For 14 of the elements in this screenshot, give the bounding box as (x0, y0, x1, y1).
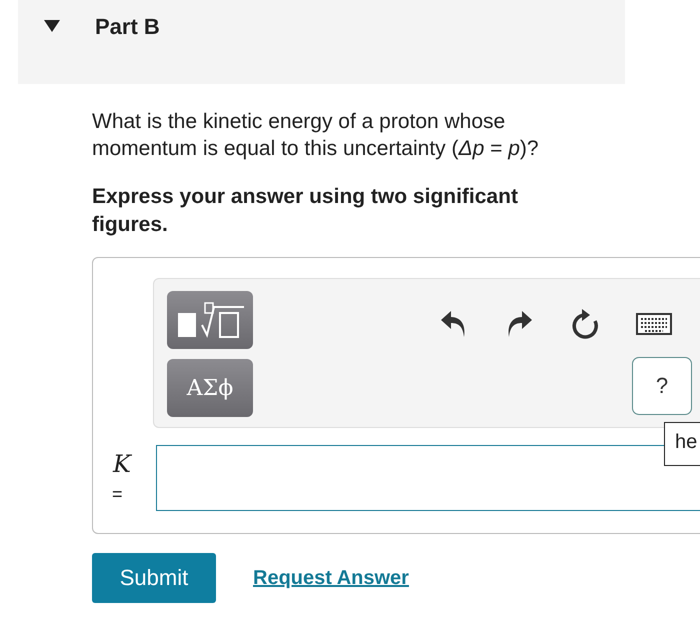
reset-icon[interactable] (570, 309, 600, 341)
keyboard-icon[interactable] (636, 313, 672, 335)
part-title: Part B (95, 14, 160, 40)
variable-label: K (113, 450, 131, 478)
symbols-button[interactable]: ΑΣϕ (167, 359, 253, 417)
request-answer-link[interactable]: Request Answer (253, 566, 409, 590)
equals-sign: = (112, 484, 123, 505)
question-text: What is the kinetic energy of a proton whose momentum is equal to this uncertainty (Δp = p)? (92, 109, 540, 162)
collapse-triangle-icon[interactable] (44, 20, 60, 32)
help-button[interactable]: ? (632, 357, 692, 415)
submit-button[interactable]: Submit (92, 553, 216, 603)
help-tooltip: he (664, 422, 700, 466)
instruction-text: Express your answer using two significant figures. (92, 184, 519, 238)
templates-button[interactable] (167, 291, 253, 349)
